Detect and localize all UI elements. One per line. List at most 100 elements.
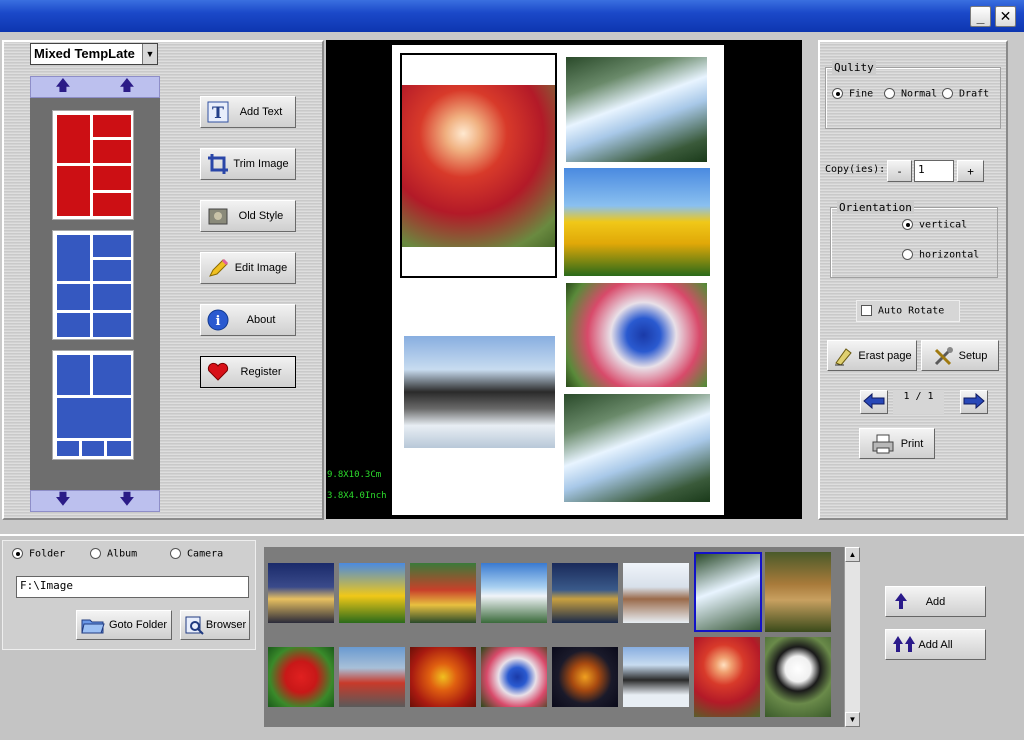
radio-horizontal[interactable] <box>902 249 913 260</box>
close-icon: ✕ <box>999 8 1012 24</box>
image-gallery <box>264 547 844 727</box>
erase-page-button[interactable]: Erast page <box>827 340 917 371</box>
thumbnail-red-flowers[interactable] <box>268 647 334 707</box>
folder-path-input[interactable]: F:\Image <box>16 576 249 598</box>
setup-label: Setup <box>958 349 988 362</box>
add-text-button[interactable]: T Add Text <box>200 96 296 128</box>
arrow-up-icon[interactable]: 🡅 <box>55 75 70 100</box>
copies-decrement-button[interactable]: - <box>887 160 912 182</box>
template-scroll-up[interactable]: 🡅 🡅 <box>30 76 160 98</box>
template-strip: 🡅 🡅 🡇 🡇 <box>30 76 160 512</box>
radio-folder[interactable] <box>12 548 23 559</box>
source-camera-label: Camera <box>187 548 224 560</box>
edit-image-button[interactable]: Edit Image <box>200 252 296 284</box>
template-card-red[interactable] <box>52 110 134 220</box>
copies-input[interactable]: 1 <box>914 160 954 182</box>
template-select-value: Mixed TempLate <box>34 46 135 61</box>
template-card-blue-2[interactable] <box>52 350 134 460</box>
browser-button[interactable]: Browser <box>180 610 250 640</box>
source-album-option[interactable]: Album <box>90 548 137 560</box>
prev-page-button[interactable] <box>860 390 888 414</box>
thumbnail-race-car[interactable] <box>339 647 405 707</box>
register-button[interactable]: Register <box>200 356 296 388</box>
thumbnail-harbor-night[interactable] <box>552 563 618 623</box>
radio-normal[interactable] <box>884 88 895 99</box>
radio-vertical[interactable] <box>902 219 913 230</box>
browser-label: Browser <box>205 619 247 631</box>
thumbnail-city-night[interactable] <box>268 563 334 623</box>
girl-umbrella-photo <box>402 85 555 247</box>
thumbnail-temple[interactable] <box>765 552 831 632</box>
print-label: Print <box>900 437 924 450</box>
plus-icon: + <box>967 164 974 178</box>
thumbnail-highway-night[interactable] <box>552 647 618 707</box>
thumbnail-wolves[interactable] <box>623 563 689 623</box>
radio-camera[interactable] <box>170 548 181 559</box>
edit-image-label: Edit Image <box>234 262 288 274</box>
thumbnail-bluebird[interactable] <box>481 647 547 707</box>
quality-fine-option[interactable]: Fine <box>832 88 873 100</box>
quality-normal-label: Normal <box>901 88 938 100</box>
thumbnail-group-photo[interactable] <box>410 563 476 623</box>
radio-draft[interactable] <box>942 88 953 99</box>
thumbnail-waterfall-selected[interactable] <box>694 552 762 632</box>
folder-icon <box>81 615 109 635</box>
crop-icon <box>205 152 231 176</box>
arrow-up-icon <box>894 592 908 613</box>
next-page-button[interactable] <box>960 390 988 414</box>
thumbnail-girl-umbrella[interactable] <box>694 637 760 717</box>
pencil-icon <box>205 256 231 280</box>
size-cm-label: 9.8X10.3Cm <box>327 470 382 480</box>
quality-normal-option[interactable]: Normal <box>884 88 937 100</box>
size-inch-label: 3.8X4.0Inch <box>327 491 387 501</box>
setup-button[interactable]: Setup <box>921 340 999 371</box>
template-scroll-down[interactable]: 🡇 🡇 <box>30 490 160 512</box>
template-select[interactable]: Mixed TempLate ▼ <box>30 43 158 65</box>
radio-album[interactable] <box>90 548 101 559</box>
auto-rotate-option[interactable]: Auto Rotate <box>856 300 960 322</box>
tulips-photo[interactable] <box>564 168 710 276</box>
about-button[interactable]: i About <box>200 304 296 336</box>
quality-draft-option[interactable]: Draft <box>942 88 989 100</box>
page-indicator: 1 / 1 <box>893 390 944 414</box>
source-camera-option[interactable]: Camera <box>170 548 223 560</box>
thumbnail-misty-peaks[interactable] <box>623 647 689 707</box>
print-button[interactable]: Print <box>859 428 935 459</box>
waterfall-photo-1[interactable] <box>566 57 707 162</box>
close-button[interactable]: ✕ <box>995 6 1016 27</box>
trim-image-button[interactable]: Trim Image <box>200 148 296 180</box>
svg-text:T: T <box>212 103 224 122</box>
add-text-label: Add Text <box>239 106 283 118</box>
radio-fine[interactable] <box>832 88 843 99</box>
quality-legend: Qulity <box>832 61 876 74</box>
misty-mountains-photo[interactable] <box>404 336 555 448</box>
add-all-button[interactable]: Add All <box>885 629 986 660</box>
orientation-vertical-option[interactable]: vertical <box>902 219 967 231</box>
copies-increment-button[interactable]: + <box>957 160 984 182</box>
template-card-blue-1[interactable] <box>52 230 134 340</box>
thumbnail-tulips[interactable] <box>339 563 405 623</box>
old-style-button[interactable]: Old Style <box>200 200 296 232</box>
arrow-right-icon <box>963 392 985 412</box>
source-folder-option[interactable]: Folder <box>12 548 65 560</box>
add-all-label: Add All <box>918 638 953 651</box>
arrow-up-icon[interactable]: 🡅 <box>119 75 134 100</box>
orientation-horizontal-option[interactable]: horizontal <box>902 249 979 261</box>
arrow-down-icon[interactable]: 🡇 <box>119 489 134 514</box>
scroll-down-arrow-icon[interactable]: ▼ <box>845 712 860 727</box>
scroll-up-arrow-icon[interactable]: ▲ <box>845 547 860 562</box>
minimize-icon: _ <box>976 8 985 25</box>
thumbnail-panda[interactable] <box>765 637 831 717</box>
thumbnail-autumn-leaves[interactable] <box>410 647 476 707</box>
minimize-button[interactable]: _ <box>970 6 991 27</box>
arrow-down-icon[interactable]: 🡇 <box>55 489 70 514</box>
bluebird-photo[interactable] <box>566 283 707 387</box>
text-tool-icon: T <box>205 100 231 124</box>
gallery-scrollbar[interactable]: ▲ ▼ <box>844 547 860 727</box>
add-button[interactable]: Add <box>885 586 986 617</box>
photo-slot-portrait[interactable] <box>400 53 557 278</box>
auto-rotate-checkbox[interactable] <box>861 305 872 316</box>
waterfall-photo-2[interactable] <box>564 394 710 502</box>
goto-folder-button[interactable]: Goto Folder <box>76 610 172 640</box>
thumbnail-mountains[interactable] <box>481 563 547 623</box>
